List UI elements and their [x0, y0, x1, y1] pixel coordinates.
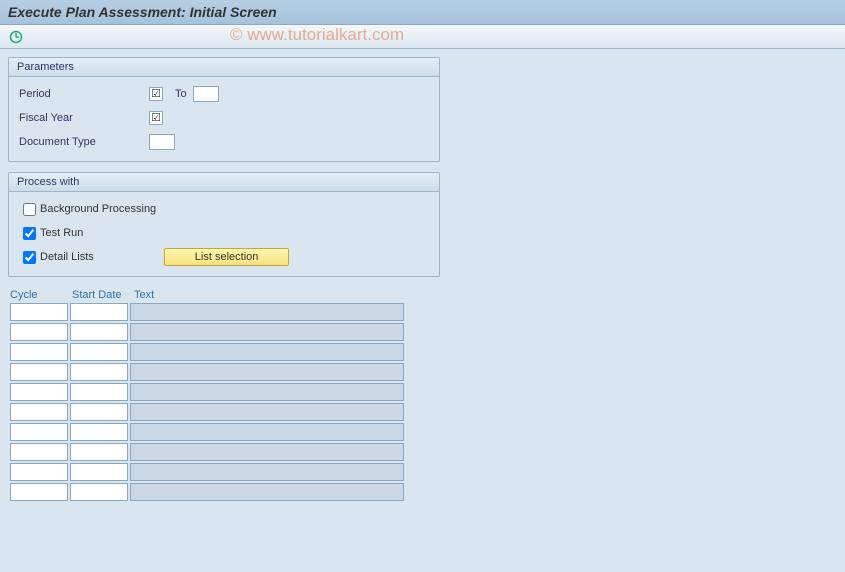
table-row [10, 383, 837, 401]
cycle-input[interactable] [10, 323, 68, 341]
testrun-label: Test Run [40, 227, 83, 239]
to-label: To [175, 88, 187, 100]
background-checkbox[interactable] [23, 203, 36, 216]
cycle-input[interactable] [10, 303, 68, 321]
text-input[interactable] [130, 303, 404, 321]
start-date-input[interactable] [70, 383, 128, 401]
process-group: Process with Background Processing Test … [8, 172, 440, 277]
text-input[interactable] [130, 423, 404, 441]
table-row [10, 463, 837, 481]
table-row [10, 423, 837, 441]
start-date-input[interactable] [70, 363, 128, 381]
background-label: Background Processing [40, 203, 156, 215]
text-input[interactable] [130, 463, 404, 481]
cycle-input[interactable] [10, 343, 68, 361]
testrun-row: Test Run [19, 222, 429, 244]
detail-checkbox[interactable] [23, 251, 36, 264]
period-label: Period [19, 88, 149, 100]
parameters-group: Parameters Period ☑ To Fiscal Year ☑ Doc… [8, 57, 440, 162]
table-row [10, 443, 837, 461]
background-row: Background Processing [19, 198, 429, 220]
detail-label: Detail Lists [40, 251, 94, 263]
table-body [8, 303, 837, 501]
table-header: Cycle Start Date Text [10, 287, 837, 303]
table-row [10, 343, 837, 361]
cycle-input[interactable] [10, 463, 68, 481]
text-input[interactable] [130, 343, 404, 361]
start-date-input[interactable] [70, 343, 128, 361]
doctype-label: Document Type [19, 136, 149, 148]
period-to-input[interactable] [193, 86, 219, 102]
doctype-row: Document Type [19, 131, 429, 153]
text-input[interactable] [130, 363, 404, 381]
doctype-input[interactable] [149, 134, 175, 150]
cycle-input[interactable] [10, 443, 68, 461]
text-input[interactable] [130, 383, 404, 401]
start-date-input[interactable] [70, 323, 128, 341]
col-start-date: Start Date [72, 287, 134, 303]
testrun-checkbox[interactable] [23, 227, 36, 240]
text-input[interactable] [130, 403, 404, 421]
fiscal-row: Fiscal Year ☑ [19, 107, 429, 129]
execute-button[interactable] [6, 28, 26, 46]
table-row [10, 363, 837, 381]
start-date-input[interactable] [70, 423, 128, 441]
process-title: Process with [9, 173, 439, 192]
start-date-input[interactable] [70, 403, 128, 421]
required-icon: ☑ [149, 87, 163, 101]
text-input[interactable] [130, 483, 404, 501]
detail-row: Detail Lists List selection [19, 246, 429, 268]
page-title: Execute Plan Assessment: Initial Screen [0, 0, 845, 25]
cycle-input[interactable] [10, 363, 68, 381]
fiscal-label: Fiscal Year [19, 112, 149, 124]
cycle-input[interactable] [10, 423, 68, 441]
text-input[interactable] [130, 323, 404, 341]
cycle-input[interactable] [10, 403, 68, 421]
cycle-input[interactable] [10, 483, 68, 501]
execute-icon [9, 30, 23, 44]
list-selection-button[interactable]: List selection [164, 248, 290, 266]
col-cycle: Cycle [10, 287, 72, 303]
start-date-input[interactable] [70, 303, 128, 321]
toolbar [0, 25, 845, 49]
col-text: Text [134, 287, 414, 303]
text-input[interactable] [130, 443, 404, 461]
start-date-input[interactable] [70, 483, 128, 501]
table-row [10, 303, 837, 321]
table-row [10, 483, 837, 501]
period-row: Period ☑ To [19, 83, 429, 105]
table-row [10, 403, 837, 421]
required-icon: ☑ [149, 111, 163, 125]
table-row [10, 323, 837, 341]
start-date-input[interactable] [70, 463, 128, 481]
cycle-input[interactable] [10, 383, 68, 401]
start-date-input[interactable] [70, 443, 128, 461]
parameters-title: Parameters [9, 58, 439, 77]
